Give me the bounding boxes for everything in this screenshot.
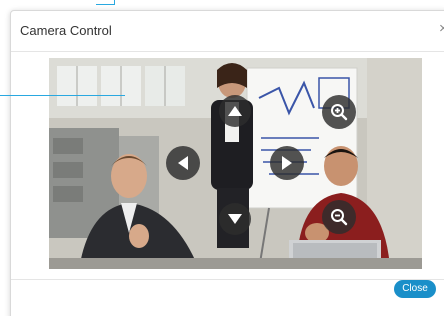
zoom-out-button[interactable] [322, 200, 356, 234]
arrow-right-icon [282, 156, 292, 170]
dialog-footer [11, 279, 444, 316]
dialog-header: Camera Control × [11, 11, 444, 52]
close-button[interactable]: Close [394, 280, 436, 298]
arrow-down-icon [228, 214, 242, 224]
pan-down-button[interactable] [219, 203, 251, 235]
dialog-close-icon[interactable]: × [439, 20, 444, 37]
camera-video-feed[interactable] [49, 58, 422, 269]
pan-left-button[interactable] [166, 146, 200, 180]
screen: Camera Control × [0, 0, 444, 316]
zoom-in-button[interactable] [322, 95, 356, 129]
callout-line [0, 95, 125, 96]
callout-tick [96, 0, 115, 5]
zoom-in-icon [331, 104, 348, 121]
camera-control-dialog: Camera Control × [10, 10, 444, 316]
arrow-left-icon [178, 156, 188, 170]
arrow-up-icon [228, 106, 242, 116]
zoom-out-icon [331, 209, 348, 226]
pan-up-button[interactable] [219, 95, 251, 127]
video-scene [49, 58, 422, 269]
pan-right-button[interactable] [270, 146, 304, 180]
dialog-title: Camera Control [20, 23, 112, 38]
